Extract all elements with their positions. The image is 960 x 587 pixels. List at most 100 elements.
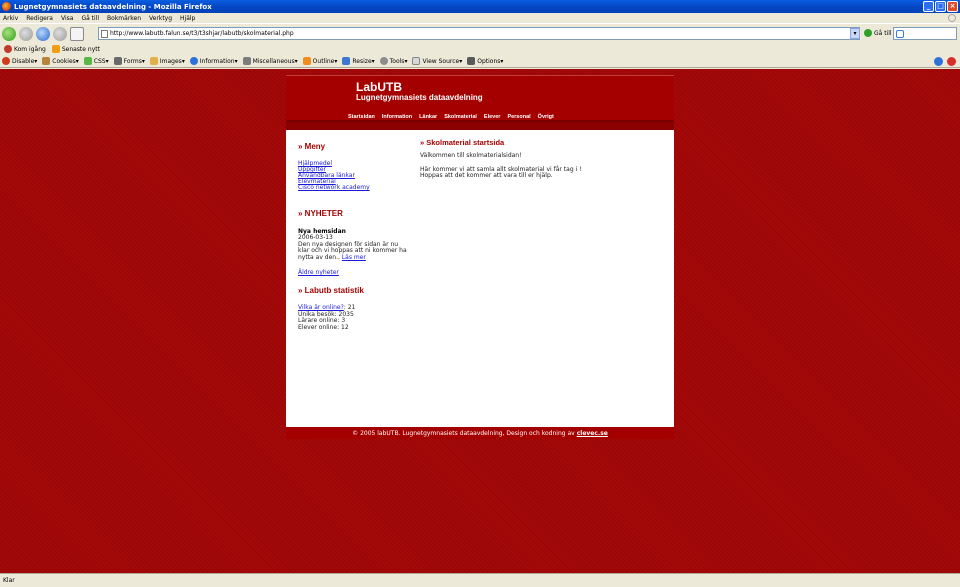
dev-status-icons xyxy=(934,57,956,66)
menu-hjalp[interactable]: Hjälp xyxy=(180,15,195,22)
older-news-link[interactable]: Äldre nyheter xyxy=(298,269,408,276)
options-icon xyxy=(467,57,476,65)
tools-icon xyxy=(379,57,388,65)
go-icon xyxy=(864,29,872,37)
site-header: LabUTB Lugnetgymnasiets dataavdelning St… xyxy=(286,75,674,120)
error-console-icon[interactable] xyxy=(947,57,956,66)
window-title: Lugnetgymnasiets dataavdelning - Mozilla… xyxy=(14,2,212,11)
site-title: LabUTB xyxy=(356,80,402,94)
bookmark-label: Kom igång xyxy=(14,45,46,53)
nav-lankar[interactable]: Länkar xyxy=(419,114,437,120)
url-dropdown-button[interactable]: ▾ xyxy=(850,28,860,39)
bookmarks-toolbar: Kom igång Senaste nytt xyxy=(0,43,960,55)
dev-label: Forms xyxy=(123,57,142,65)
site-container: LabUTB Lugnetgymnasiets dataavdelning St… xyxy=(286,75,674,439)
validation-check-icon[interactable] xyxy=(934,57,943,66)
rss-icon xyxy=(51,45,60,53)
stats-students: Elever online: 12 xyxy=(298,323,349,331)
dev-information-menu[interactable]: Information ▾ xyxy=(189,57,238,65)
images-icon xyxy=(149,57,158,65)
news-text: Den nya designen för sidan är nu klar oc… xyxy=(298,241,408,262)
dev-label: Cookies xyxy=(52,57,76,65)
main-content: » Skolmaterial startsida Välkommen till … xyxy=(420,130,670,180)
menu-link-cisco[interactable]: Cisco network academy xyxy=(298,185,408,191)
content-area: » Meny Hjälpmedel Uppgifter Användbara l… xyxy=(286,130,674,427)
url-field[interactable]: http://www.labutb.falun.se/t3/t3shjar/la… xyxy=(98,27,860,40)
nav-information[interactable]: Information xyxy=(382,114,412,120)
page-viewport: LabUTB Lugnetgymnasiets dataavdelning St… xyxy=(0,69,960,573)
dev-label: Images xyxy=(159,57,182,65)
maximize-button[interactable]: □ xyxy=(935,1,946,12)
dev-resize-menu[interactable]: Resize ▾ xyxy=(342,57,375,65)
main-welcome: Välkommen till skolmaterialsidan! xyxy=(420,152,522,159)
header-spacer xyxy=(286,122,674,130)
dev-css-menu[interactable]: CSS ▾ xyxy=(83,57,109,65)
nav-ovrigt[interactable]: Övrigt xyxy=(538,114,554,120)
main-line2: Hoppas att det kommer att vara till er h… xyxy=(420,172,553,179)
minimize-button[interactable]: _ xyxy=(923,1,934,12)
dev-miscellaneous-menu[interactable]: Miscellaneous ▾ xyxy=(242,57,298,65)
go-label: Gå till xyxy=(874,29,892,37)
dev-view-source-menu[interactable]: View Source ▾ xyxy=(412,57,462,65)
outline-icon xyxy=(302,57,311,65)
home-icon[interactable] xyxy=(70,26,84,41)
dev-forms-menu[interactable]: Forms ▾ xyxy=(113,57,145,65)
search-input[interactable] xyxy=(893,27,957,40)
news-heading: » NYHETER xyxy=(298,209,343,218)
bookmark-kom-igang[interactable]: Kom igång xyxy=(4,45,46,53)
dev-outline-menu[interactable]: Outline ▾ xyxy=(302,57,337,65)
close-button[interactable]: × xyxy=(947,1,958,12)
nav-elever[interactable]: Elever xyxy=(484,114,501,120)
stats-heading: » Labutb statistik xyxy=(298,286,364,295)
footer-text: © 2005 labUTB. Lugnetgymnasiets dataavde… xyxy=(352,429,575,437)
status-text: Klar xyxy=(3,577,15,584)
news-read-more-link[interactable]: Läs mer xyxy=(342,254,366,261)
search-engine-icon[interactable] xyxy=(896,30,904,38)
reload-icon[interactable] xyxy=(36,26,50,41)
menu-links: Hjälpmedel Uppgifter Användbara länkar E… xyxy=(298,161,408,191)
nav-startsidan[interactable]: Startsidan xyxy=(348,114,375,120)
nav-personal[interactable]: Personal xyxy=(507,114,530,120)
dev-label: Disable xyxy=(12,57,35,65)
dev-label: Tools xyxy=(389,57,405,65)
dev-tools-menu[interactable]: Tools ▾ xyxy=(379,57,407,65)
window-titlebar: Lugnetgymnasiets dataavdelning - Mozilla… xyxy=(0,0,960,13)
statusbar: Klar xyxy=(0,573,960,587)
menu-ga-till[interactable]: Gå till xyxy=(81,15,99,22)
menu-arkiv[interactable]: Arkiv xyxy=(3,15,18,22)
info-icon xyxy=(189,57,198,65)
forms-icon xyxy=(113,57,122,65)
back-icon[interactable] xyxy=(2,26,16,41)
navigation-toolbar: http://www.labutb.falun.se/t3/t3shjar/la… xyxy=(0,23,960,43)
dev-label: Information xyxy=(199,57,235,65)
dev-label: Miscellaneous xyxy=(252,57,295,65)
dev-options-menu[interactable]: Options ▾ xyxy=(467,57,503,65)
firefox-icon xyxy=(2,2,11,11)
dev-label: Outline xyxy=(312,57,335,65)
footer-link[interactable]: clevec.se xyxy=(577,430,608,437)
menubar: Arkiv Redigera Visa Gå till Bokmärken Ve… xyxy=(0,13,960,23)
site-subtitle: Lugnetgymnasiets dataavdelning xyxy=(356,93,483,102)
menu-redigera[interactable]: Redigera xyxy=(26,15,53,22)
bookmark-senaste-nytt[interactable]: Senaste nytt xyxy=(51,45,100,53)
dev-images-menu[interactable]: Images ▾ xyxy=(149,57,185,65)
dev-disable-menu[interactable]: Disable ▾ xyxy=(2,57,37,65)
menu-visa[interactable]: Visa xyxy=(61,15,73,22)
site-footer: © 2005 labUTB. Lugnetgymnasiets dataavde… xyxy=(286,427,674,439)
online-count: : 21 xyxy=(343,304,356,311)
resize-icon xyxy=(342,57,351,65)
dev-cookies-menu[interactable]: Cookies ▾ xyxy=(42,57,79,65)
stop-icon[interactable] xyxy=(53,26,67,41)
menu-verktyg[interactable]: Verktyg xyxy=(149,15,172,22)
dev-label: CSS xyxy=(93,57,106,65)
main-heading: » Skolmaterial startsida xyxy=(420,138,505,147)
menu-bokmarken[interactable]: Bokmärken xyxy=(107,15,141,22)
view-source-icon xyxy=(412,57,421,65)
go-button[interactable]: Gå till xyxy=(864,29,892,37)
forward-icon[interactable] xyxy=(19,26,33,41)
web-developer-toolbar: Disable ▾ Cookies ▾ CSS ▾ Forms ▾ Images ▾ In… xyxy=(0,55,960,68)
menu-heading: » Meny xyxy=(298,142,326,151)
page-icon xyxy=(101,30,108,38)
nav-skolmaterial[interactable]: Skolmaterial xyxy=(444,114,477,120)
who-online-link[interactable]: Vilka är online? xyxy=(298,304,344,311)
